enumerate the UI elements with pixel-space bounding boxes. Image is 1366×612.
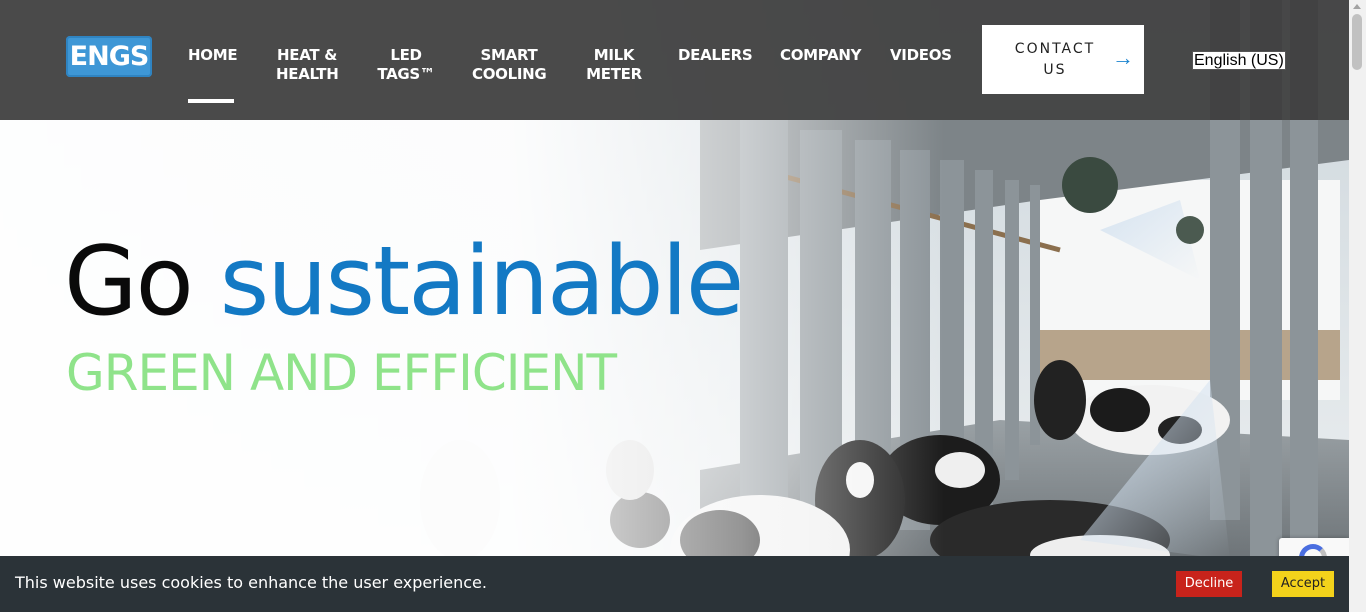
decline-cookies-button[interactable]: Decline <box>1176 571 1242 597</box>
nav-company[interactable]: COMPANY <box>780 46 862 65</box>
engs-logo[interactable]: ENGS <box>66 36 152 77</box>
hero-headline: Go sustainable <box>64 222 745 342</box>
headline-word-sustainable: sustainable <box>219 227 745 337</box>
nav-videos[interactable]: VIDEOS <box>890 46 952 65</box>
site-header: ENGS HOME HEAT & HEALTH LED TAGS™ SMART … <box>0 0 1349 120</box>
cookie-message: This website uses cookies to enhance the… <box>15 573 487 592</box>
accept-cookies-button[interactable]: Accept <box>1272 571 1334 597</box>
language-selector[interactable]: English (US) <box>1192 51 1286 70</box>
nav-milk-meter[interactable]: MILK METER <box>586 46 642 84</box>
headline-word-go: Go <box>64 227 194 337</box>
hero-subheadline: GREEN AND EFFICIENT <box>66 344 617 402</box>
nav-led-tags[interactable]: LED TAGS™ <box>376 46 436 84</box>
contact-us-label: CONTACT US <box>1014 41 1096 78</box>
cookie-banner: This website uses cookies to enhance the… <box>0 556 1349 612</box>
contact-us-button[interactable]: CONTACT US → <box>982 25 1144 94</box>
nav-active-indicator <box>188 99 234 103</box>
arrow-right-icon: → <box>1112 45 1134 70</box>
nav-home[interactable]: HOME <box>188 46 238 65</box>
nav-smart-cooling[interactable]: SMART COOLING <box>472 46 547 84</box>
page-scrollbar[interactable] <box>1349 0 1366 612</box>
nav-dealers[interactable]: DEALERS <box>678 46 753 65</box>
nav-heat-health[interactable]: HEAT & HEALTH <box>276 46 339 84</box>
scrollbar-thumb[interactable] <box>1352 14 1362 70</box>
scroll-up-icon[interactable] <box>1353 4 1361 9</box>
page: ENGS HOME HEAT & HEALTH LED TAGS™ SMART … <box>0 0 1366 612</box>
